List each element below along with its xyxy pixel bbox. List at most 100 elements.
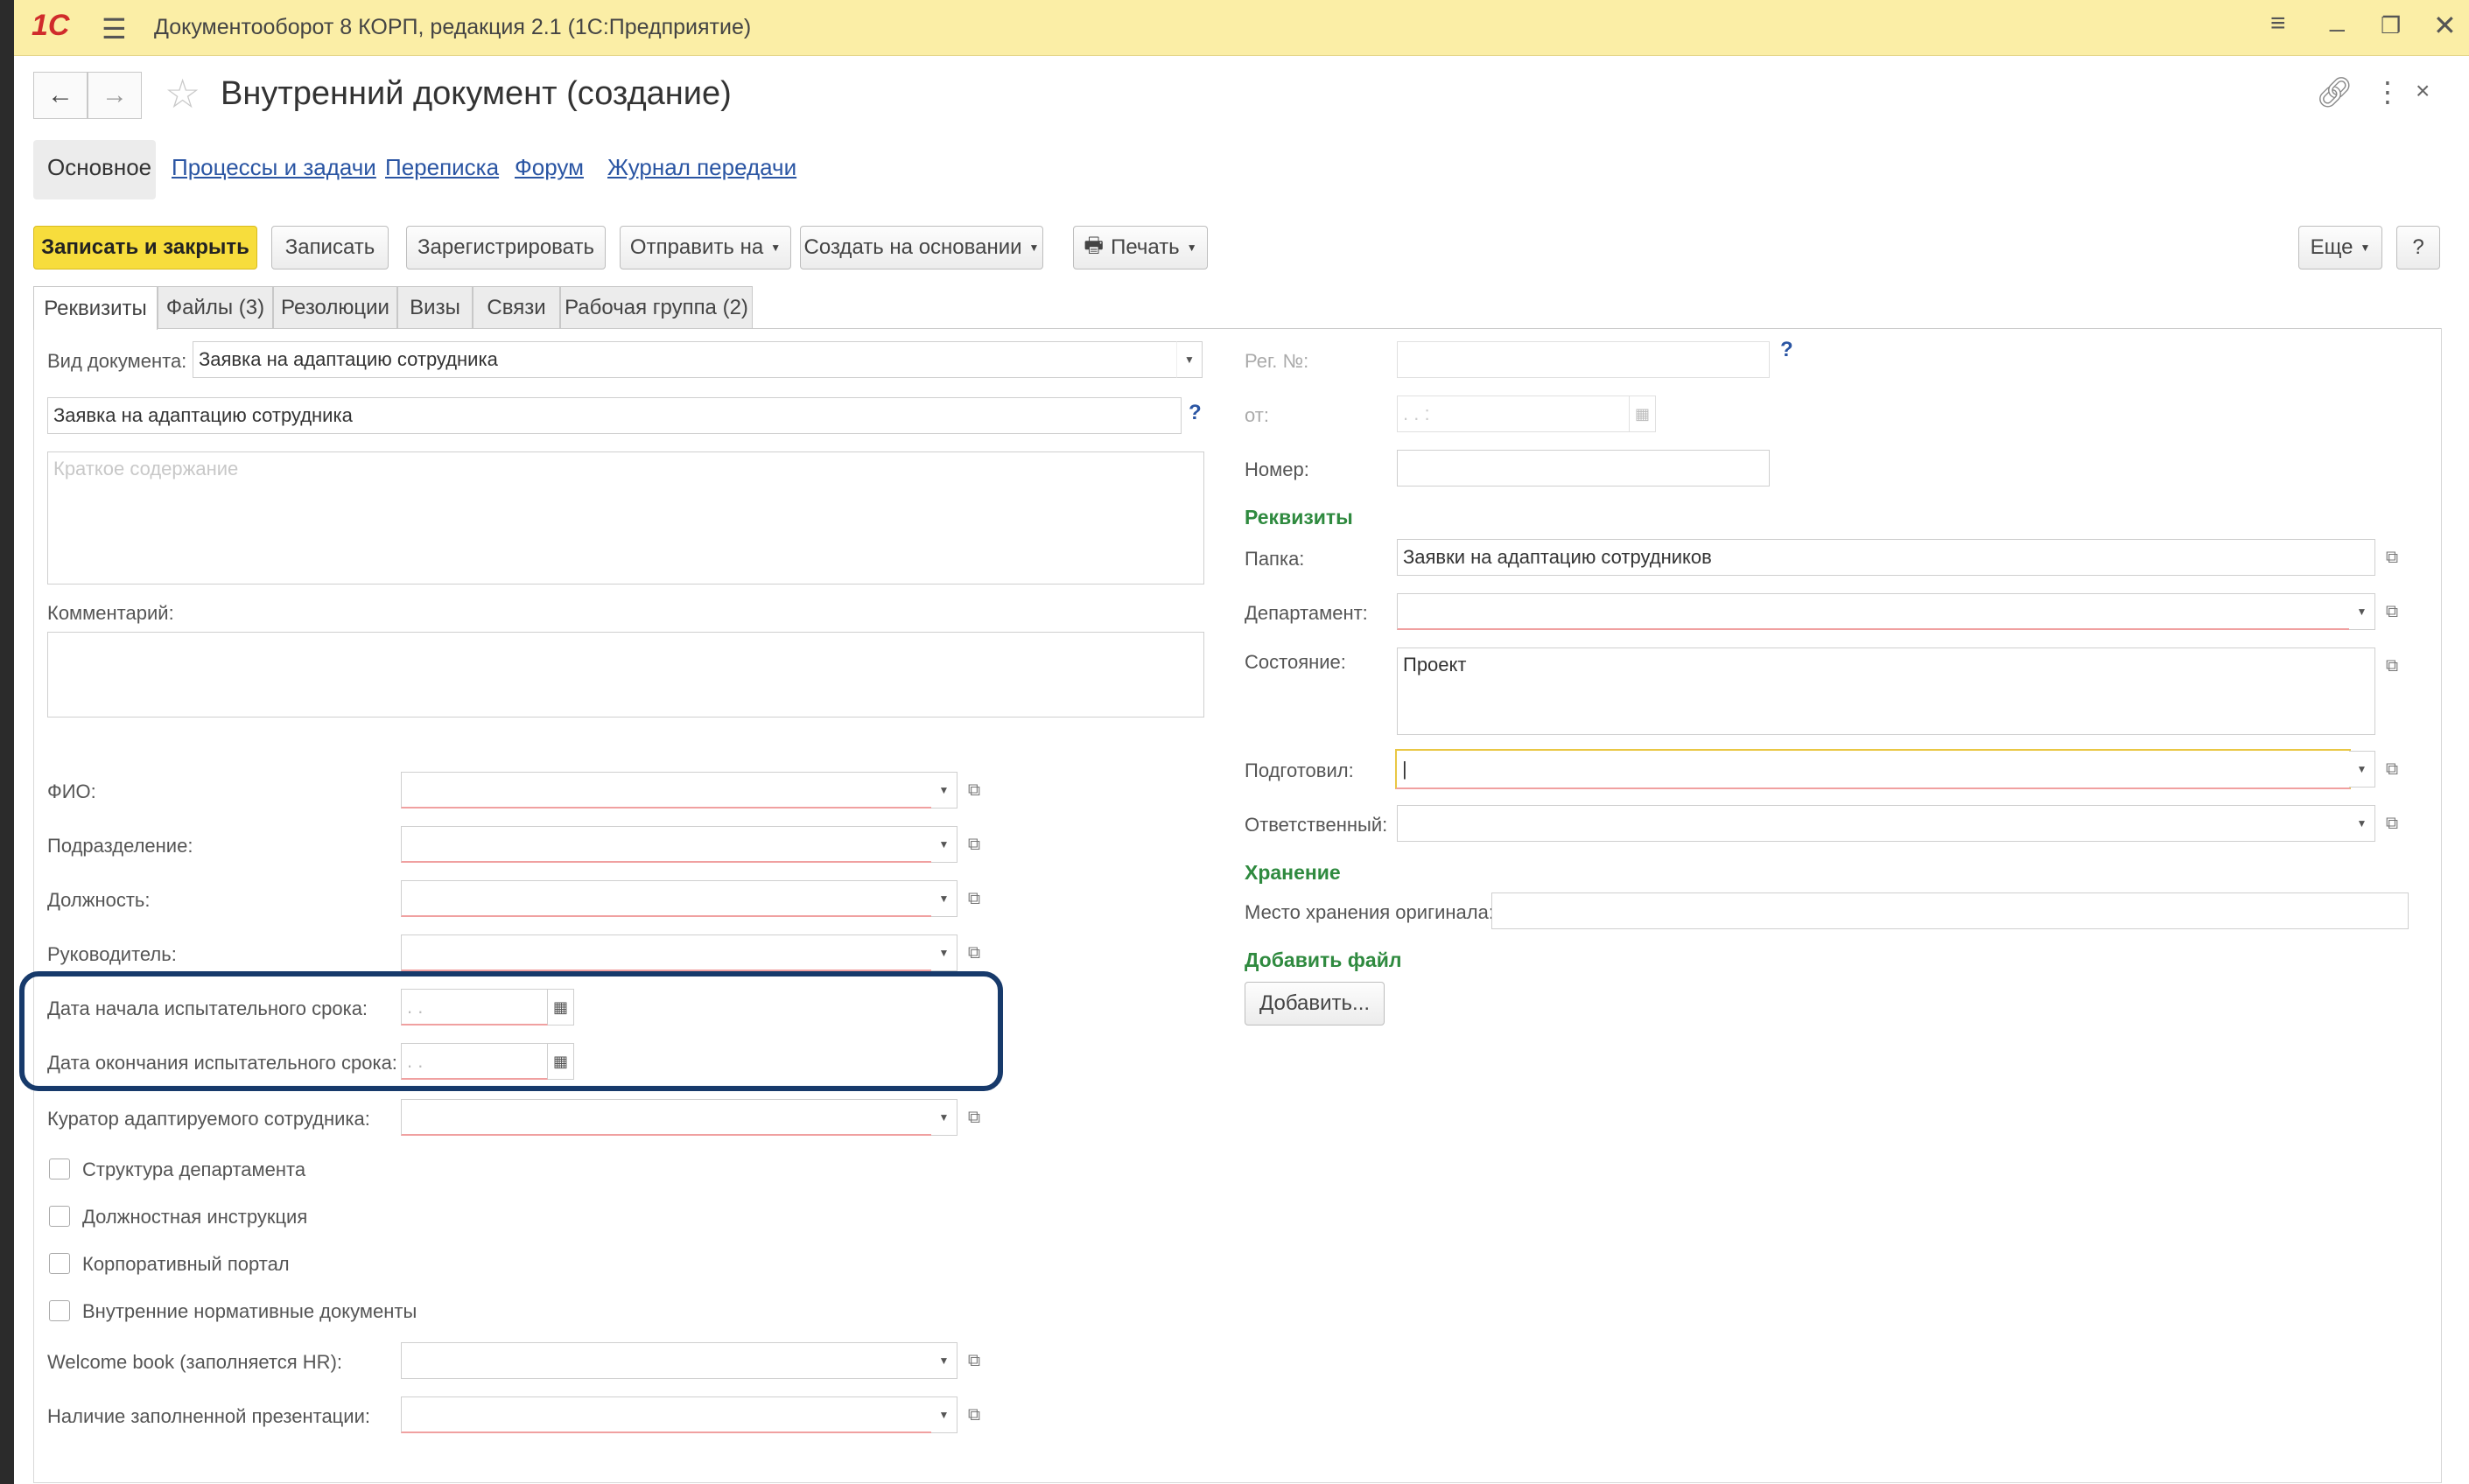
division-field[interactable] [401, 826, 933, 863]
prepared-field[interactable]: | [1395, 749, 2351, 789]
close-icon[interactable]: × [2416, 77, 2430, 105]
comment-area[interactable] [47, 632, 1204, 718]
window-close-icon[interactable]: ✕ [2433, 9, 2457, 42]
hamburger-icon[interactable]: ☰ [102, 12, 127, 46]
storage-label: Место хранения оригинала: [1245, 901, 1494, 923]
create-based-label: Создать на основании [803, 235, 1022, 259]
tab-forum[interactable]: Форум [515, 154, 584, 181]
open-icon[interactable]: ⧉ [959, 880, 989, 917]
help-button[interactable]: ? [2396, 226, 2440, 270]
position-label: Должность: [47, 889, 151, 911]
title-field[interactable]: Заявка на адаптацию сотрудника [47, 397, 1182, 434]
star-icon[interactable]: ☆ [165, 70, 200, 117]
open-icon[interactable]: ⧉ [2377, 593, 2407, 630]
dropdown-arrow-icon[interactable]: ▼ [931, 772, 957, 808]
checkbox-label: Должностная инструкция [82, 1206, 308, 1228]
app-logo: 1С [32, 9, 70, 42]
welcome-book-field[interactable] [401, 1342, 933, 1379]
print-button[interactable]: 🖶 Печать ▼ [1073, 226, 1208, 270]
calendar-icon[interactable]: ▦ [1630, 396, 1656, 432]
help-icon[interactable]: ? [1189, 401, 1202, 425]
dropdown-arrow-icon[interactable]: ▼ [2349, 751, 2375, 788]
tab-visas[interactable]: Визы [397, 286, 473, 328]
tab-resolutions[interactable]: Резолюции [273, 286, 397, 328]
settings-icon[interactable]: ≡ [2270, 9, 2286, 38]
save-close-button[interactable]: Записать и закрыть [33, 226, 257, 270]
open-icon[interactable]: ⧉ [959, 826, 989, 863]
dropdown-arrow-icon: ▼ [1028, 242, 1040, 254]
comment-label: Комментарий: [47, 602, 174, 624]
open-icon[interactable]: ⧉ [2377, 751, 2407, 788]
doc-type-field[interactable]: Заявка на адаптацию сотрудника [193, 341, 1189, 378]
forward-arrow-icon[interactable]: → [88, 72, 142, 119]
tab-workgroup[interactable]: Рабочая группа (2) [560, 286, 753, 328]
from-field[interactable]: . . : [1397, 396, 1630, 432]
tab-transfer-log[interactable]: Журнал передачи [607, 154, 796, 181]
dropdown-arrow-icon[interactable]: ▼ [931, 1342, 957, 1379]
presentation-field[interactable] [401, 1396, 933, 1433]
dropdown-arrow-icon[interactable]: ▼ [931, 1396, 957, 1433]
summary-area[interactable]: Краткое содержание [47, 452, 1204, 584]
dropdown-arrow-icon[interactable]: ▼ [931, 1099, 957, 1136]
number-field[interactable] [1397, 450, 1770, 486]
more-label: Еще [2310, 235, 2353, 259]
summary-placeholder: Краткое содержание [53, 458, 239, 480]
register-button[interactable]: Зарегистрировать [406, 226, 606, 270]
tab-files[interactable]: Файлы (3) [158, 286, 273, 328]
dropdown-arrow-icon[interactable]: ▼ [2349, 805, 2375, 842]
window-title: Документооборот 8 КОРП, редакция 2.1 (1С… [154, 15, 752, 39]
open-icon[interactable]: ⧉ [959, 1342, 989, 1379]
send-button[interactable]: Отправить на ▼ [620, 226, 791, 270]
dropdown-arrow-icon[interactable]: ▼ [1176, 341, 1203, 378]
dropdown-arrow-icon[interactable]: ▼ [931, 880, 957, 917]
page-title: Внутренний документ (создание) [221, 75, 732, 112]
save-button[interactable]: Записать [271, 226, 389, 270]
link-icon[interactable]: 🔗︎ [2316, 75, 2353, 110]
open-icon[interactable]: ⧉ [2377, 805, 2407, 842]
tab-correspondence[interactable]: Переписка [385, 154, 499, 181]
section-requisites: Реквизиты [1245, 506, 1353, 528]
prepared-label: Подготовил: [1245, 760, 1354, 781]
fio-field[interactable] [401, 772, 933, 808]
checkbox-internal-docs[interactable] [49, 1300, 70, 1321]
tab-requisites[interactable]: Реквизиты [33, 286, 158, 330]
dropdown-arrow-icon: ▼ [2360, 242, 2371, 254]
position-field[interactable] [401, 880, 933, 917]
more-button[interactable]: Еще ▼ [2298, 226, 2382, 270]
dropdown-arrow-icon: ▼ [1186, 242, 1197, 254]
checkbox-dept-structure[interactable] [49, 1158, 70, 1180]
open-icon[interactable]: ⧉ [959, 934, 989, 971]
reg-no-field[interactable] [1397, 341, 1770, 378]
responsible-field[interactable] [1397, 805, 2351, 842]
folder-field[interactable]: Заявки на адаптацию сотрудников [1397, 539, 2375, 576]
add-file-button[interactable]: Добавить... [1245, 982, 1385, 1026]
restore-icon[interactable]: ❐ [2381, 12, 2401, 39]
open-icon[interactable]: ⧉ [2377, 539, 2407, 576]
back-arrow-icon[interactable]: ← [33, 72, 88, 119]
curator-field[interactable] [401, 1099, 933, 1136]
checkbox-corp-portal[interactable] [49, 1253, 70, 1274]
help-icon[interactable]: ? [1780, 338, 1793, 362]
from-label: от: [1245, 404, 1269, 426]
checkbox-job-instruction[interactable] [49, 1206, 70, 1227]
dropdown-arrow-icon[interactable]: ▼ [931, 934, 957, 971]
open-icon[interactable]: ⧉ [959, 1099, 989, 1136]
tab-processes[interactable]: Процессы и задачи [172, 154, 376, 181]
open-icon[interactable]: ⧉ [959, 772, 989, 808]
minimize-icon[interactable]: _ [2330, 4, 2345, 33]
highlight-frame [19, 971, 1003, 1091]
manager-field[interactable] [401, 934, 933, 971]
create-based-button[interactable]: Создать на основании ▼ [800, 226, 1043, 270]
more-vert-icon[interactable]: ⋮ [2374, 75, 2402, 108]
open-icon[interactable]: ⧉ [2377, 648, 2407, 684]
checkbox-label: Внутренние нормативные документы [82, 1300, 417, 1322]
dropdown-arrow-icon[interactable]: ▼ [931, 826, 957, 863]
dropdown-arrow-icon[interactable]: ▼ [2349, 593, 2375, 630]
storage-field[interactable] [1491, 892, 2409, 929]
dept-field[interactable] [1397, 593, 2351, 630]
state-field[interactable]: Проект [1397, 648, 2375, 735]
open-icon[interactable]: ⧉ [959, 1396, 989, 1433]
tab-main[interactable]: Основное [47, 154, 151, 181]
tab-links[interactable]: Связи [473, 286, 560, 328]
fio-label: ФИО: [47, 780, 96, 802]
